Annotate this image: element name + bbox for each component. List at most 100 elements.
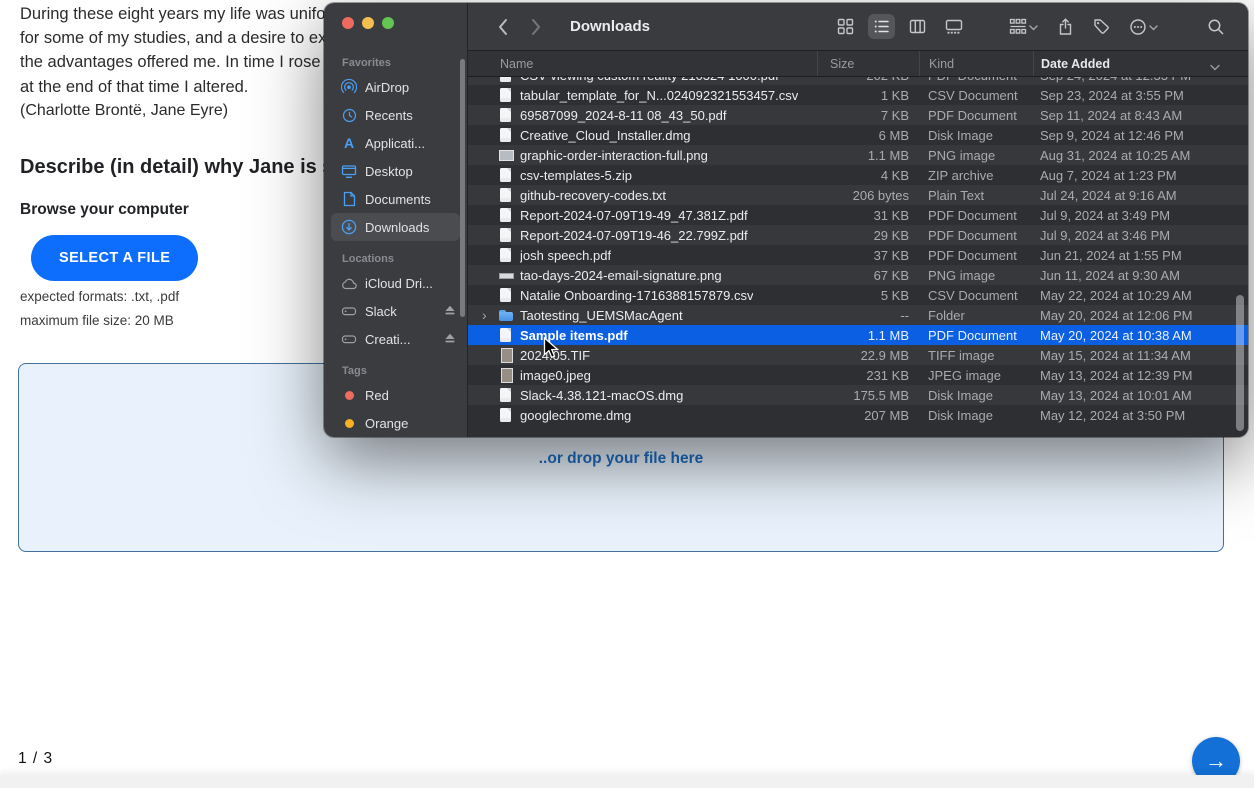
file-name: graphic-order-interaction-full.png [520, 148, 708, 163]
sidebar-item-applications[interactable]: AApplicati... [331, 129, 460, 157]
column-header-size[interactable]: Size [817, 51, 919, 76]
gallery-view-button[interactable] [940, 14, 968, 39]
eject-icon[interactable] [444, 332, 456, 347]
file-icon [498, 327, 514, 343]
file-kind: PDF Document [919, 328, 1033, 343]
file-size: 206 bytes [817, 188, 919, 203]
page-counter: 1 / 3 [18, 750, 53, 768]
file-row[interactable]: googlechrome.dmg207 MBDisk ImageMay 12, … [468, 405, 1248, 425]
file-kind: Disk Image [919, 128, 1033, 143]
file-date-added: Aug 7, 2024 at 1:23 PM [1033, 168, 1248, 183]
minimize-button[interactable] [362, 17, 374, 29]
file-name-cell: tabular_template_for_N...024092321553457… [468, 87, 817, 103]
back-button[interactable] [492, 18, 512, 36]
file-kind: CSV Document [919, 288, 1033, 303]
column-header-kind[interactable]: Kind [919, 51, 1033, 76]
file-icon [498, 367, 514, 383]
file-kind: Disk Image [919, 388, 1033, 403]
file-row[interactable]: Sample items.pdf1.1 MBPDF DocumentMay 20… [468, 325, 1248, 345]
sort-chevron-icon[interactable] [1210, 60, 1220, 74]
sidebar-item-icloud-drive[interactable]: iCloud Dri... [331, 269, 460, 297]
chevron-down-icon [1149, 19, 1158, 34]
citation-text: (Charlotte Brontë, Jane Eyre) [20, 102, 228, 120]
sidebar-item-desktop[interactable]: Desktop [331, 157, 460, 185]
file-row[interactable]: github-recovery-codes.txt 206 bytesPlain … [468, 185, 1248, 205]
file-row[interactable]: CSV viewing custom reality 210324 1000.p… [468, 77, 1248, 85]
file-row[interactable]: 2024.05.TIF22.9 MBTIFF imageMay 15, 2024… [468, 345, 1248, 365]
file-name-cell: 2024.05.TIF [468, 347, 817, 363]
file-name: github-recovery-codes.txt [520, 188, 666, 203]
sidebar-item-tag-red[interactable]: Red [331, 381, 460, 409]
sidebar-scrollbar[interactable] [460, 59, 465, 317]
file-size: 175.5 MB [817, 388, 919, 403]
file-row[interactable]: csv-templates-5.zip4 KBZIP archiveAug 7,… [468, 165, 1248, 185]
eject-icon[interactable] [444, 304, 456, 319]
finder-window: FavoritesAirDropRecentsAApplicati...Desk… [324, 3, 1248, 437]
list-scrollbar[interactable] [1236, 295, 1244, 431]
file-row[interactable]: Natalie Onboarding-1716388157879.csv5 KB… [468, 285, 1248, 305]
sidebar-item-slack[interactable]: Slack [331, 297, 460, 325]
column-header-name[interactable]: Name [468, 51, 817, 76]
finder-toolbar: Downloads [468, 3, 1248, 51]
file-row[interactable]: ›Taotesting_UEMSMacAgent--FolderMay 20, … [468, 305, 1248, 325]
file-name: 2024.05.TIF [520, 348, 590, 363]
sidebar-item-downloads[interactable]: Downloads [331, 213, 460, 241]
disk-icon [340, 303, 358, 319]
file-row[interactable]: tao-days-2024-email-signature.png67 KBPN… [468, 265, 1248, 285]
tags-button[interactable] [1088, 14, 1115, 39]
sidebar-item-documents[interactable]: Documents [331, 185, 460, 213]
select-file-button[interactable]: SELECT A FILE [31, 235, 198, 281]
file-name-cell: josh speech.pdf [468, 247, 817, 263]
file-name-cell: CSV viewing custom reality 210324 1000.p… [468, 77, 817, 83]
file-name-cell: image0.jpeg [468, 367, 817, 383]
column-view-button[interactable] [904, 14, 931, 39]
sidebar-item-label: iCloud Dri... [365, 276, 433, 291]
sidebar-item-label: Orange [365, 416, 408, 431]
file-date-added: Sep 23, 2024 at 3:55 PM [1033, 88, 1248, 103]
file-row[interactable]: graphic-order-interaction-full.png1.1 MB… [468, 145, 1248, 165]
file-row[interactable]: Report-2024-07-09T19-46_22.799Z.pdf29 KB… [468, 225, 1248, 245]
file-row[interactable]: Report-2024-07-09T19-49_47.381Z.pdf31 KB… [468, 205, 1248, 225]
sidebar-item-tag-orange[interactable]: Orange [331, 409, 460, 437]
file-row[interactable]: image0.jpeg231 KBJPEG imageMay 13, 2024 … [468, 365, 1248, 385]
file-row[interactable]: josh speech.pdf37 KBPDF DocumentJun 21, … [468, 245, 1248, 265]
file-name-cell: tao-days-2024-email-signature.png [468, 267, 817, 283]
file-name: googlechrome.dmg [520, 408, 631, 423]
finder-main: Downloads [468, 3, 1248, 437]
file-row[interactable]: 69587099_2024-8-11 08_43_50.pdf7 KBPDF D… [468, 105, 1248, 125]
file-date-added: Aug 31, 2024 at 10:25 AM [1033, 148, 1248, 163]
file-name: josh speech.pdf [520, 248, 611, 263]
expected-formats-text: expected formats: .txt, .pdf [20, 289, 179, 304]
disclosure-chevron-icon[interactable]: › [482, 308, 498, 322]
sidebar-item-label: AirDrop [365, 80, 409, 95]
file-kind: Disk Image [919, 408, 1033, 423]
sidebar-item-label: Downloads [365, 220, 429, 235]
file-icon [498, 287, 514, 303]
icon-view-button[interactable] [832, 14, 859, 39]
sidebar-item-creative[interactable]: Creati... [331, 325, 460, 353]
search-button[interactable] [1202, 14, 1230, 40]
zoom-button[interactable] [382, 17, 394, 29]
file-row[interactable]: tabular_template_for_N...024092321553457… [468, 85, 1248, 105]
file-size: 31 KB [817, 208, 919, 223]
file-size: 4 KB [817, 168, 919, 183]
list-view-button[interactable] [868, 14, 895, 39]
sidebar-item-recents[interactable]: Recents [331, 101, 460, 129]
file-size: 22.9 MB [817, 348, 919, 363]
file-kind: PDF Document [919, 248, 1033, 263]
file-row[interactable]: Creative_Cloud_Installer.dmg6 MBDisk Ima… [468, 125, 1248, 145]
more-actions-button[interactable] [1124, 14, 1163, 40]
file-row[interactable]: Slack-4.38.121-macOS.dmg175.5 MBDisk Ima… [468, 385, 1248, 405]
group-by-button[interactable] [1004, 14, 1043, 39]
desktop-icon [340, 163, 358, 179]
file-kind: PDF Document [919, 77, 1033, 83]
sidebar-item-label: Desktop [365, 164, 413, 179]
file-kind: TIFF image [919, 348, 1033, 363]
sidebar-item-label: Red [365, 388, 389, 403]
close-button[interactable] [342, 17, 354, 29]
file-size: 1 KB [817, 88, 919, 103]
share-button[interactable] [1052, 14, 1079, 40]
sidebar-item-airdrop[interactable]: AirDrop [331, 73, 460, 101]
forward-button[interactable] [526, 18, 546, 36]
file-kind: Plain Text [919, 188, 1033, 203]
